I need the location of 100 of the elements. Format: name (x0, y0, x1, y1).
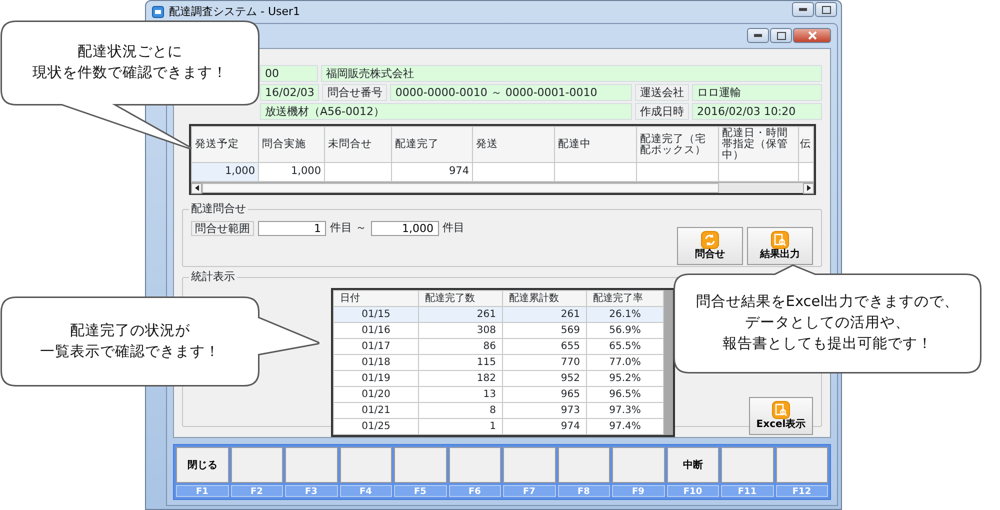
function-key-button[interactable] (340, 447, 392, 483)
maximize-icon (822, 6, 830, 14)
window-title: 配達調査システム - User1 (169, 4, 300, 20)
function-key-button[interactable] (448, 447, 501, 483)
column-header: 配達累計数 (502, 290, 586, 306)
function-key-button[interactable]: 中断 (666, 447, 719, 483)
column-header: 発送予定 (192, 126, 258, 162)
unit-label: 件目 ～ (330, 220, 366, 236)
key-label: F3 (285, 485, 338, 497)
key-label: F5 (394, 485, 446, 497)
table-cell: 56.9% (586, 322, 664, 338)
scroll-right-button[interactable] (803, 182, 814, 194)
table-cell: 01/25 (334, 418, 418, 434)
table-cell: 01/20 (334, 386, 418, 402)
field-value: 放送機材（A56-0012） (260, 103, 632, 120)
function-key-button[interactable] (776, 447, 828, 483)
table-cell: 569 (502, 322, 586, 338)
field-label: 問合せ範囲 (191, 220, 254, 236)
maximize-button[interactable] (815, 2, 837, 17)
column-header: 発送 (472, 126, 554, 162)
key-label: F12 (776, 485, 828, 497)
table-cell: 655 (502, 338, 586, 354)
field-label: 運送会社 (635, 84, 689, 101)
field-value: 福岡販売株式会社 (321, 65, 822, 82)
right-arrow-icon (806, 185, 810, 192)
close-icon (808, 31, 816, 40)
left-arrow-icon (194, 185, 198, 192)
table-cell: 65.5% (586, 338, 664, 354)
function-key-button[interactable] (230, 447, 283, 483)
callout-text: 配達完了の状況が 一覧表示で確認できます！ (40, 322, 220, 362)
table-cell: 01/19 (334, 370, 418, 386)
scroll-left-button[interactable] (191, 182, 202, 194)
function-key-button[interactable] (558, 447, 610, 483)
field-label: 問合せ番号 (322, 84, 388, 101)
table-cell: 974 (502, 418, 586, 434)
column-header: 日付 (334, 290, 418, 306)
table-cell: 965 (502, 386, 586, 402)
column-header: 配達完了率 (586, 290, 664, 306)
column-header: 配達完了（宅配ボックス） (636, 126, 718, 162)
group-title: 配達問合せ (189, 202, 248, 216)
table-cell: 261 (418, 306, 502, 322)
table-cell: 97.4% (586, 418, 664, 434)
key-label: F2 (230, 485, 283, 497)
table-cell: 77.0% (586, 354, 664, 370)
key-label: F8 (558, 485, 610, 497)
table-cell: 97.3% (586, 402, 664, 418)
table-cell: 182 (418, 370, 502, 386)
field-value: 16/02/03 (260, 84, 320, 101)
function-key-button[interactable] (394, 447, 446, 483)
app-icon (152, 6, 164, 18)
query-button[interactable]: 問合せ (677, 226, 743, 265)
table-cell: 01/17 (334, 338, 418, 354)
minimize-button[interactable] (792, 2, 814, 17)
function-key-button[interactable] (721, 447, 774, 483)
close-button[interactable] (793, 28, 831, 43)
column-header: 配達完了 (392, 126, 472, 162)
key-label: F10 (666, 485, 719, 497)
table-cell: 8 (418, 402, 502, 418)
table-cell: 13 (418, 386, 502, 402)
table-cell: 770 (502, 354, 586, 370)
maximize-button[interactable] (770, 28, 792, 43)
minimize-button[interactable] (747, 28, 769, 43)
key-label: F1 (176, 485, 228, 497)
table-cell: 1 (418, 418, 502, 434)
column-header: 配達完了数 (418, 290, 502, 306)
excel-view-button[interactable]: Excel表示 (749, 396, 813, 435)
function-key-button[interactable] (503, 447, 556, 483)
field-label: 作成日時 (635, 103, 689, 120)
key-label: F11 (721, 485, 774, 497)
table-cell: 01/16 (334, 322, 418, 338)
scrollbar[interactable] (664, 290, 673, 435)
table-cell: 96.5% (586, 386, 664, 402)
function-key-button[interactable] (612, 447, 664, 483)
table-cell: 01/15 (334, 306, 418, 322)
table-cell: 86 (418, 338, 502, 354)
range-from-field[interactable]: 1 (258, 220, 326, 236)
export-button[interactable]: 結果出力 (747, 226, 813, 265)
function-key-button[interactable] (285, 447, 338, 483)
table-cell: 1,000 (192, 162, 258, 182)
minimize-icon (754, 34, 762, 37)
field-value: 2016/02/03 10:20 (692, 103, 822, 120)
range-to-field[interactable]: 1,000 (370, 220, 438, 236)
table-cell: 95.2% (586, 370, 664, 386)
key-label: F6 (448, 485, 501, 497)
table-cell: 973 (502, 402, 586, 418)
group-title: 統計表示 (189, 270, 237, 284)
table-cell: 115 (418, 354, 502, 370)
table-cell: 26.1% (586, 306, 664, 322)
column-header: 伝 (798, 126, 814, 162)
column-header: 問合実施 (258, 126, 324, 162)
scrollbar-thumb[interactable] (202, 182, 719, 193)
key-label: F4 (340, 485, 392, 497)
maximize-icon (776, 32, 786, 40)
column-header: 未問合せ (324, 126, 392, 162)
table-cell: 261 (502, 306, 586, 322)
refresh-icon (701, 230, 719, 249)
key-label: F9 (612, 485, 664, 497)
function-key-button[interactable]: 閉じる (176, 447, 228, 483)
table-cell: 01/21 (334, 402, 418, 418)
table-cell: 1,000 (258, 162, 324, 182)
